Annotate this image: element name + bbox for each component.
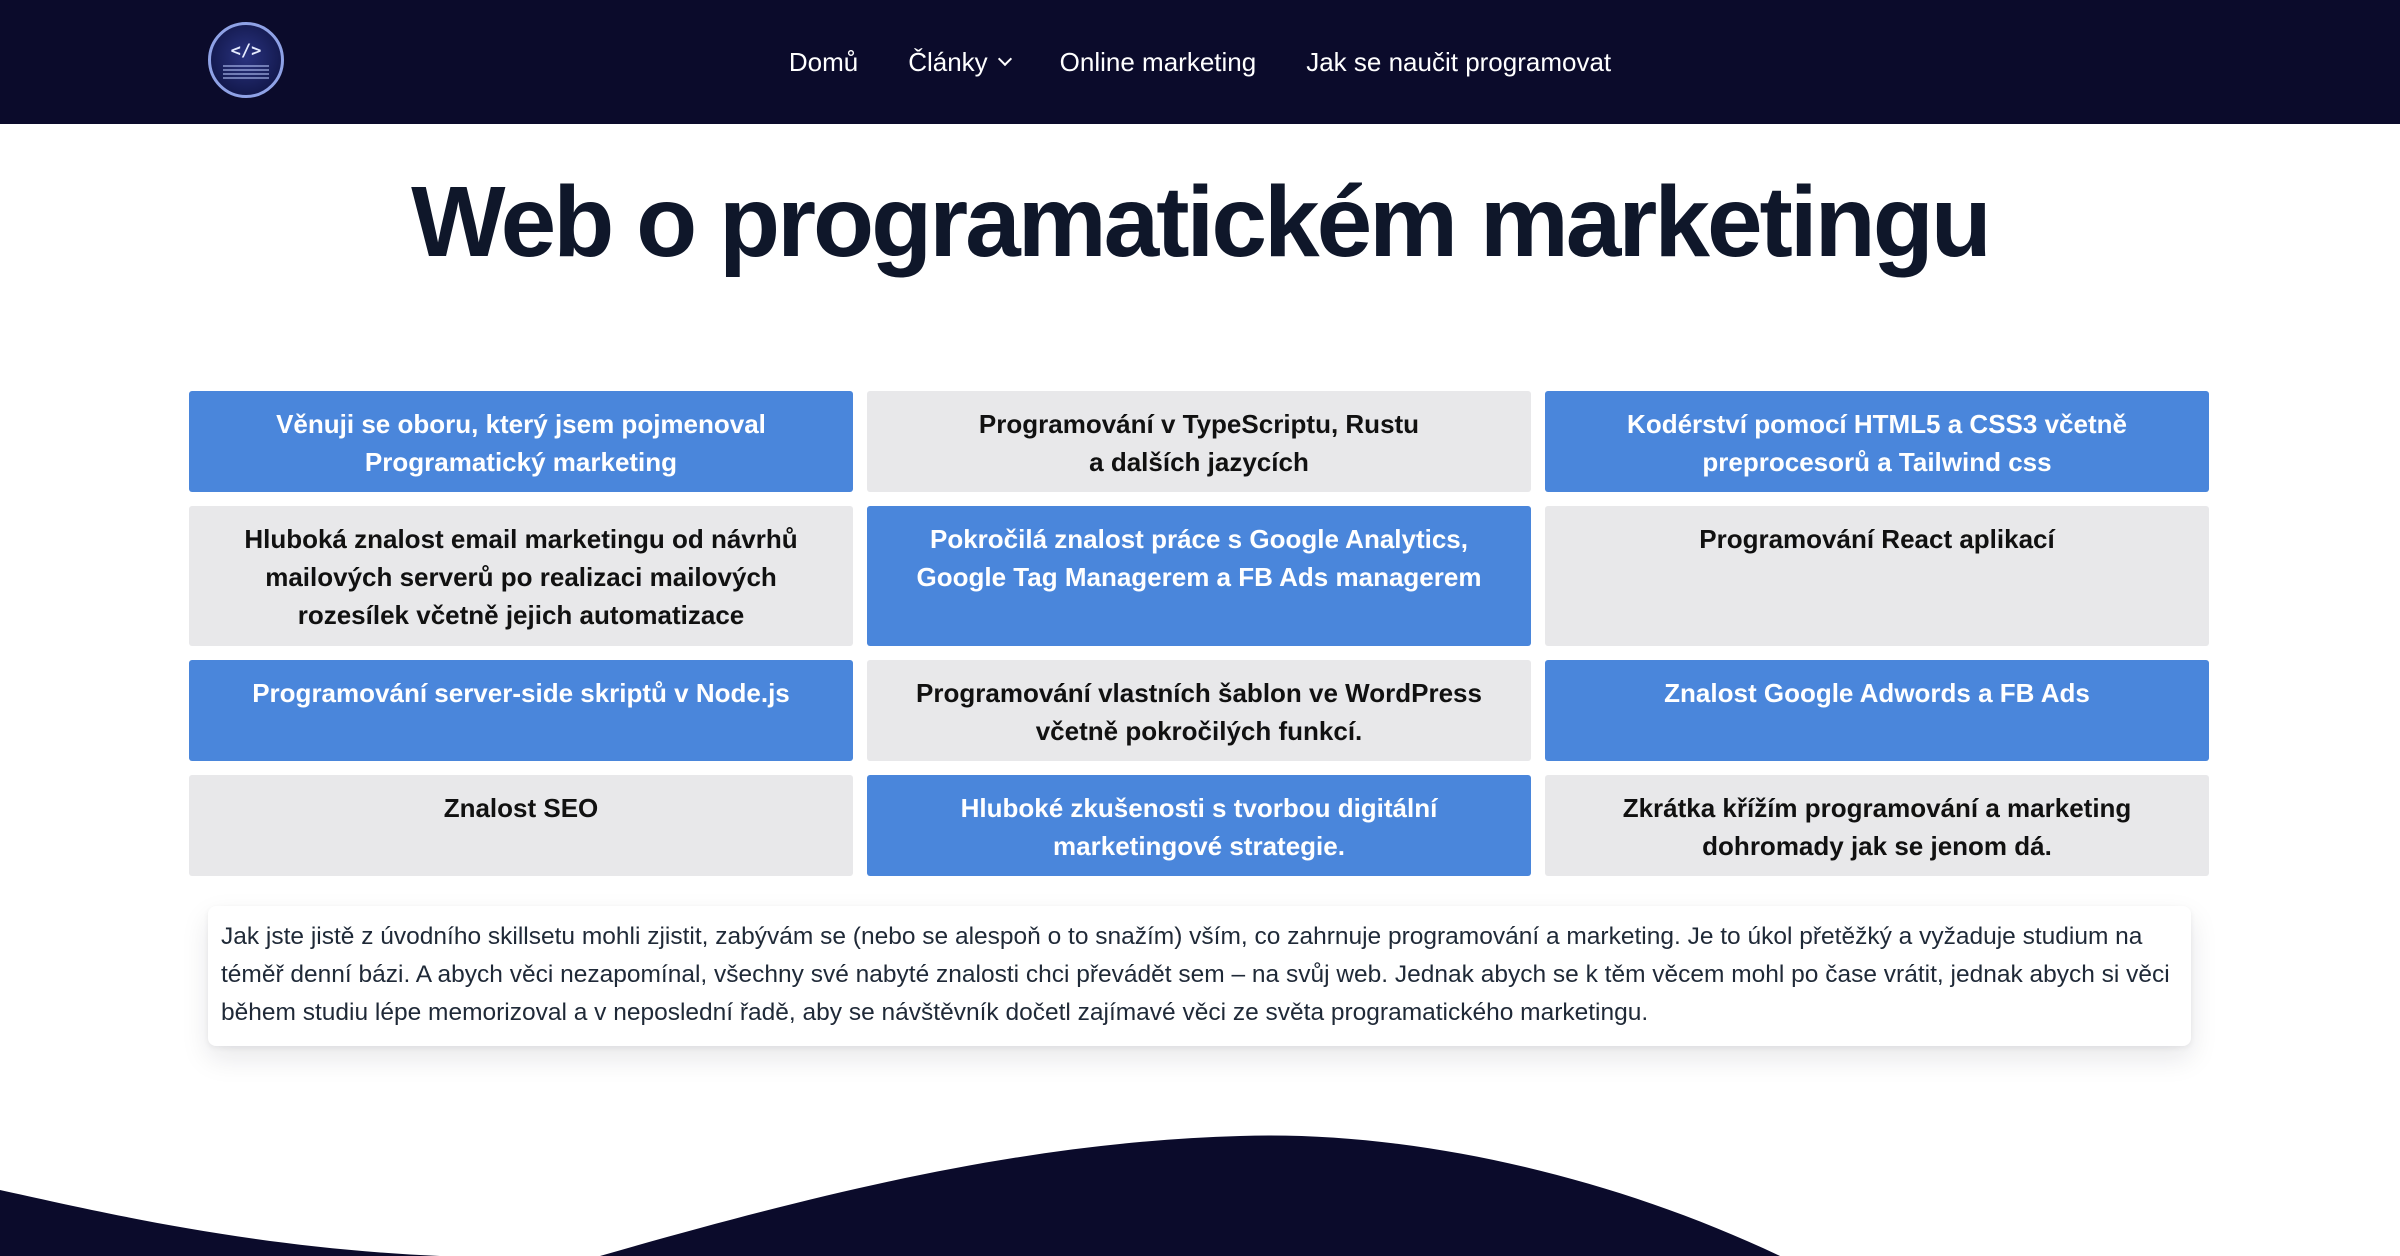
skill-tile: Programování vlastních šablon ve WordPre…: [867, 660, 1531, 761]
page: </> Domů Články Online marketing Jak se …: [0, 0, 2400, 1256]
skill-tile: Hluboké zkušenosti s tvorbou digitální m…: [867, 775, 1531, 876]
skill-tile: Znalost Google Adwords a FB Ads: [1545, 660, 2209, 761]
chevron-down-icon: [997, 51, 1012, 67]
wave-shape: [0, 1135, 1780, 1256]
skill-tile: Zkrátka křížím programování a marketing …: [1545, 775, 2209, 876]
nav-link-domu[interactable]: Domů: [789, 47, 858, 78]
nav-link-jak-se-naucit-programovat[interactable]: Jak se naučit programovat: [1306, 47, 1611, 78]
skill-tile: Věnuji se oboru, který jsem pojmenoval P…: [189, 391, 853, 492]
intro-card: Jak jste jistě z úvodního skillsetu mohl…: [208, 906, 2191, 1046]
skill-tile: Kodérství pomocí HTML5 a CSS3 včetně pre…: [1545, 391, 2209, 492]
skills-grid: Věnuji se oboru, který jsem pojmenoval P…: [189, 391, 2210, 876]
skill-tile: Programování server-side skriptů v Node.…: [189, 660, 853, 761]
bottom-wave-decoration: [0, 1135, 1780, 1256]
skill-tile: Znalost SEO: [189, 775, 853, 876]
intro-text: Jak jste jistě z úvodního skillsetu mohl…: [221, 923, 2170, 1026]
nav-link-clanky-dropdown[interactable]: Články: [908, 46, 1012, 78]
nav-link-label: Jak se naučit programovat: [1306, 46, 1612, 77]
skill-tile: Programování React aplikací: [1545, 506, 2209, 646]
nav-link-label: Online marketing: [1059, 46, 1257, 77]
main-nav: Domů Články Online marketing Jak se nauč…: [0, 0, 2400, 124]
skill-tile: Pokročilá znalost práce s Google Analyti…: [867, 506, 1531, 646]
nav-link-online-marketing[interactable]: Online marketing: [1060, 47, 1257, 78]
nav-link-label: Domů: [788, 46, 859, 77]
skill-tile: Programování v TypeScriptu, Rustu a dalš…: [867, 391, 1531, 492]
skill-tile-text: Programování v TypeScriptu, Rustu a dalš…: [978, 409, 1420, 477]
skill-tile: Hluboká znalost email marketingu od návr…: [189, 506, 853, 646]
page-title: Web o programatickém marketingu: [411, 166, 1992, 278]
top-navbar: </> Domů Články Online marketing Jak se …: [0, 0, 2400, 124]
nav-link-label: Články: [908, 46, 988, 77]
